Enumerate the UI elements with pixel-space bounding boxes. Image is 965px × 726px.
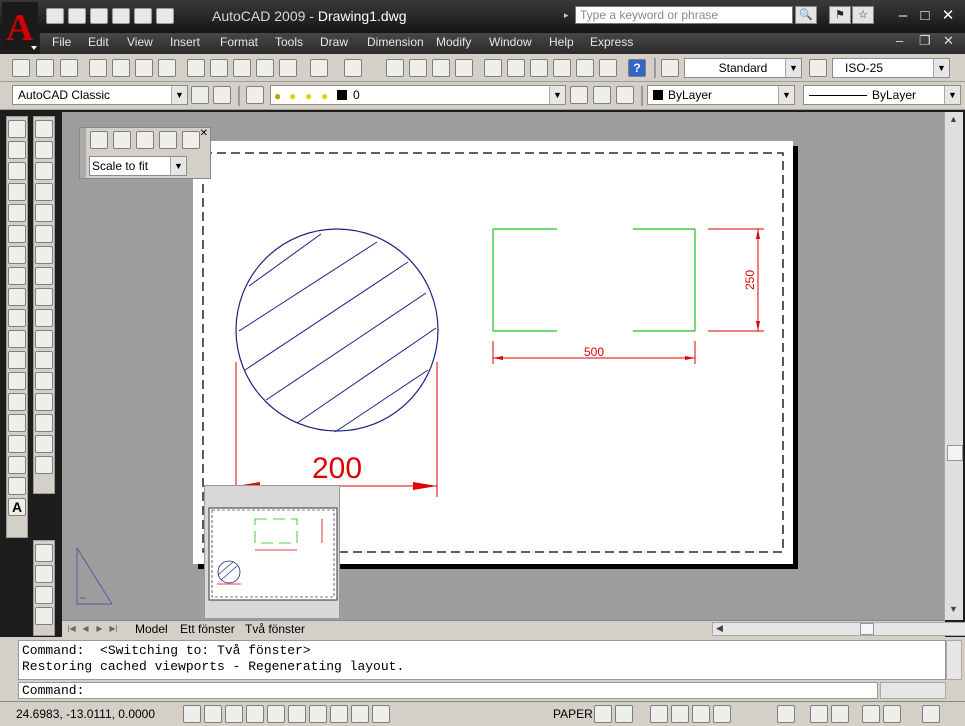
history-line: Restoring cached viewports - Regeneratin… [22, 659, 405, 674]
ortho-mode-icon[interactable] [225, 705, 243, 723]
workspace-switching-icon[interactable] [862, 705, 880, 723]
annotation-visibility-icon[interactable] [831, 705, 849, 723]
scroll-thumb[interactable] [860, 623, 874, 635]
status-bar: 24.6983, -13.0111, 0.0000 PAPER [0, 701, 965, 726]
snap-mode-icon[interactable] [183, 705, 201, 723]
circle-hatch [238, 233, 437, 433]
scroll-left-icon[interactable]: ◀ [716, 623, 723, 634]
first-tab-icon[interactable]: |◀ [66, 623, 77, 635]
paper-space-toggle[interactable]: PAPER [553, 707, 593, 721]
layout-preview-thumbnail[interactable] [204, 485, 340, 619]
show-motion-icon[interactable] [713, 705, 731, 723]
clean-screen-icon[interactable] [922, 705, 940, 723]
command-input-scrollbar[interactable] [880, 682, 946, 699]
tab-model[interactable]: Model [135, 621, 168, 637]
command-history: Command: <Switching to: Två fönster> Rest… [18, 640, 946, 680]
viewport-scale-value: Scale to fit [92, 159, 149, 173]
polygonal-viewport-icon[interactable] [136, 131, 154, 149]
display-viewports-dialog-icon[interactable] [90, 131, 108, 149]
scroll-down-icon[interactable]: ▼ [949, 604, 958, 614]
drawing-content: 200 500 250 [76, 152, 784, 605]
toolbar-grip[interactable] [80, 128, 86, 178]
horizontal-scrollbar[interactable]: ◀ ▶ [712, 622, 965, 636]
dynamic-input-icon[interactable] [330, 705, 348, 723]
last-tab-icon[interactable]: ▶| [108, 623, 119, 635]
layout-space-icon[interactable] [615, 705, 633, 723]
pan-icon[interactable] [650, 705, 668, 723]
scroll-up-icon[interactable]: ▲ [949, 114, 958, 124]
command-line-window: Command: <Switching to: Två fönster> Rest… [0, 637, 965, 701]
close-icon[interactable]: ✕ [200, 128, 208, 139]
polar-tracking-icon[interactable] [246, 705, 264, 723]
lineweight-icon[interactable] [351, 705, 369, 723]
rectangle[interactable] [492, 228, 696, 332]
history-line: Command: <Switching to: Två fönster> [22, 643, 311, 658]
ucs-icon [76, 547, 113, 605]
convert-object-viewport-icon[interactable] [159, 131, 177, 149]
dynamic-ucs-icon[interactable] [309, 705, 327, 723]
command-history-scrollbar[interactable] [946, 640, 962, 680]
viewport-scale-select[interactable]: Scale to fit ▼ [89, 156, 187, 176]
clip-viewport-icon[interactable] [182, 131, 200, 149]
previous-tab-icon[interactable]: ◀ [80, 623, 91, 635]
model-space-icon[interactable] [594, 705, 612, 723]
height-dimension-label: 250 [743, 270, 757, 290]
zoom-icon[interactable] [671, 705, 689, 723]
object-snap-icon[interactable] [267, 705, 285, 723]
scroll-thumb[interactable] [947, 445, 963, 461]
app-menu-button[interactable]: A [2, 2, 38, 50]
next-tab-icon[interactable]: ▶ [94, 623, 105, 635]
command-input[interactable]: Command: [18, 682, 878, 699]
tab-ett-fonster[interactable]: Ett fönster [180, 621, 235, 637]
vertical-scrollbar[interactable]: ▲ ▼ [944, 112, 963, 620]
single-viewport-icon[interactable] [113, 131, 131, 149]
maximize-viewport-icon[interactable] [777, 705, 795, 723]
coordinates-readout[interactable]: 24.6983, -13.0111, 0.0000 [16, 707, 155, 721]
annotation-scale-icon[interactable] [810, 705, 828, 723]
hatched-circle[interactable] [235, 228, 439, 432]
lock-icon[interactable] [883, 705, 901, 723]
circle-dimension-label: 200 [312, 452, 362, 485]
grid-display-icon[interactable] [204, 705, 222, 723]
object-snap-tracking-icon[interactable] [288, 705, 306, 723]
tab-tva-fonster[interactable]: Två fönster [245, 621, 305, 637]
quick-properties-icon[interactable] [372, 705, 390, 723]
width-dimension-label: 500 [584, 345, 604, 359]
chevron-down-icon: ▼ [170, 157, 186, 175]
steering-wheel-icon[interactable] [692, 705, 710, 723]
layout-tabs-row: |◀ ◀ ▶ ▶| Model Ett fönster Två fönster … [62, 620, 965, 637]
app-letter: A [6, 7, 34, 49]
viewports-toolbar: ✕ Scale to fit ▼ [79, 127, 211, 179]
